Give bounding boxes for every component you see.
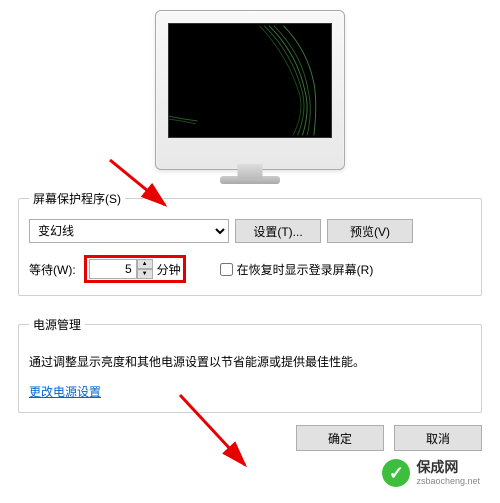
resume-checkbox[interactable] bbox=[220, 263, 233, 276]
screensaver-select[interactable]: 变幻线 bbox=[29, 219, 229, 243]
ok-button[interactable]: 确定 bbox=[296, 425, 384, 451]
screensaver-preview-screen bbox=[168, 23, 332, 138]
power-settings-link[interactable]: 更改电源设置 bbox=[29, 385, 101, 399]
preview-button[interactable]: 预览(V) bbox=[327, 219, 413, 243]
wait-spinner-highlight: ▲ ▼ 分钟 bbox=[84, 255, 186, 283]
wait-spinner-up[interactable]: ▲ bbox=[137, 259, 153, 269]
watermark-url: zsbaocheng.net bbox=[416, 476, 480, 487]
wait-input[interactable] bbox=[89, 259, 137, 279]
power-description: 通过调整显示亮度和其他电源设置以节省能源或提供最佳性能。 bbox=[29, 353, 471, 371]
monitor-base bbox=[220, 176, 280, 184]
watermark-logo-icon: ✓ bbox=[382, 459, 410, 487]
power-fieldset: 电源管理 通过调整显示亮度和其他电源设置以节省能源或提供最佳性能。 更改电源设置 bbox=[18, 316, 482, 413]
wait-label: 等待(W): bbox=[29, 261, 76, 278]
monitor-preview bbox=[18, 0, 482, 170]
monitor-frame bbox=[155, 10, 345, 170]
wait-spinner-down[interactable]: ▼ bbox=[137, 269, 153, 279]
watermark-cn: 保成网 bbox=[416, 459, 480, 476]
minutes-label: 分钟 bbox=[157, 261, 181, 278]
screensaver-legend: 屏幕保护程序(S) bbox=[29, 190, 125, 207]
cancel-button[interactable]: 取消 bbox=[394, 425, 482, 451]
watermark: ✓ 保成网 zsbaocheng.net bbox=[374, 455, 488, 491]
power-legend: 电源管理 bbox=[29, 316, 85, 333]
resume-label-text: 在恢复时显示登录屏幕(R) bbox=[237, 261, 374, 278]
settings-button[interactable]: 设置(T)... bbox=[235, 219, 321, 243]
resume-checkbox-label[interactable]: 在恢复时显示登录屏幕(R) bbox=[220, 261, 374, 278]
screensaver-fieldset: 屏幕保护程序(S) 变幻线 设置(T)... 预览(V) 等待(W): ▲ ▼ … bbox=[18, 190, 482, 296]
